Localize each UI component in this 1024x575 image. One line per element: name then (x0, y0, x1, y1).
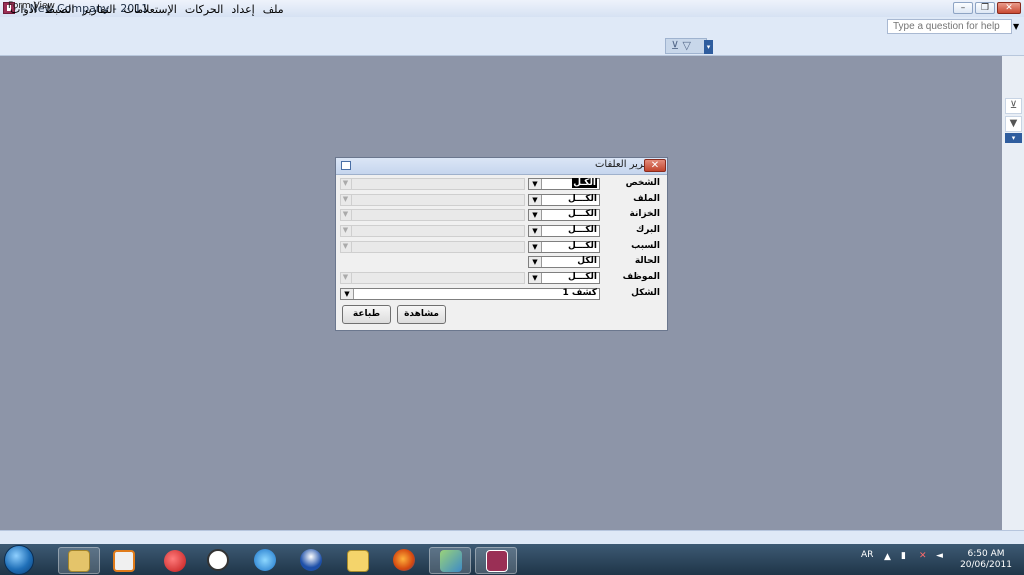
chevron-down-icon[interactable]: ▼ (529, 210, 542, 220)
label-shape: الشكل (631, 288, 660, 298)
menu-reports[interactable]: التقارير (82, 3, 115, 16)
internet-explorer-icon (254, 549, 276, 571)
shape-combo[interactable]: ▼ كشف 1 (340, 288, 600, 300)
filter-icon: ⊻ ▽ (671, 39, 692, 52)
label-safe: الخزانة (629, 209, 660, 219)
chevron-down-icon: ▼ (340, 178, 352, 190)
reason-detail-field (340, 241, 525, 253)
chevron-down-icon[interactable]: ▼ (529, 273, 542, 283)
side-toolbar-options-icon[interactable]: ▾ (1005, 133, 1022, 143)
reason-combo[interactable]: ▼ الكـــل (528, 241, 600, 253)
start-button[interactable] (4, 545, 34, 575)
chevron-down-icon: ▼ (340, 272, 352, 284)
chevron-down-icon[interactable]: ▼ (529, 242, 542, 252)
person-combo[interactable]: ▼ الكـل (528, 178, 600, 190)
media-player-icon (113, 550, 135, 572)
toolbar-row (0, 37, 1024, 56)
folder-icon (68, 550, 90, 572)
minimize-button[interactable]: – (953, 2, 973, 14)
preview-button[interactable]: مشاهدة (397, 305, 446, 324)
combo-value: الكـــل (568, 272, 597, 282)
label-person: الشخص (625, 178, 660, 188)
dialog-title: تقرير العلفات (595, 159, 652, 170)
safe-detail-field (340, 209, 525, 221)
network-status-icon[interactable]: ✕ (919, 551, 927, 561)
menu-bar (0, 17, 1024, 37)
combo-value: الكـــل (568, 194, 597, 204)
chevron-down-icon: ▼ (340, 225, 352, 237)
label-reason: السبب (631, 241, 660, 251)
chevron-down-icon[interactable]: ▼ (529, 226, 542, 236)
combo-value: الكـــل (568, 225, 597, 235)
chevron-down-icon[interactable]: ▼ (529, 257, 542, 267)
chevron-down-icon[interactable]: ▼ (529, 195, 542, 205)
pond-combo[interactable]: ▼ الكـــل (528, 225, 600, 237)
chevron-down-icon: ▼ (340, 241, 352, 253)
person-detail-field (340, 178, 525, 190)
form-icon (341, 161, 351, 170)
employee-combo[interactable]: ▼ الكـــل (528, 272, 600, 284)
safe-combo[interactable]: ▼ الكـــل (528, 209, 600, 221)
print-button[interactable]: طباعة (342, 305, 391, 324)
chevron-down-icon[interactable]: ▼ (341, 289, 354, 299)
dialog-close-button[interactable]: ✕ (644, 159, 666, 172)
combo-value: كشف 1 (562, 288, 597, 298)
combo-value: الكـــل (568, 209, 597, 219)
network-icon (440, 550, 462, 572)
combo-value: الكـل (572, 178, 597, 188)
file-detail-field (340, 194, 525, 206)
person-icon (300, 549, 322, 571)
employee-detail-field (340, 272, 525, 284)
label-file: الملف (633, 194, 660, 204)
close-window-button[interactable]: ✕ (997, 2, 1021, 14)
system-clock[interactable]: 6:50 AM 20/06/2011 (956, 549, 1016, 571)
status-text: Form View (8, 1, 55, 11)
filter-clear-icon[interactable]: ⊻ (1005, 98, 1022, 114)
menu-file[interactable]: ملف (263, 3, 284, 16)
chevron-up-icon[interactable]: ▲ (884, 552, 891, 562)
help-dropdown-icon[interactable]: ▼ (1013, 22, 1019, 31)
mail-icon (347, 550, 369, 572)
chevron-down-icon: ▼ (340, 209, 352, 221)
access-icon (486, 550, 508, 572)
firefox-icon (393, 549, 415, 571)
clock-date: 20/06/2011 (960, 560, 1012, 570)
restore-button[interactable]: ❐ (975, 2, 995, 14)
label-pond: البرك (636, 225, 660, 235)
label-employee: الموظف (622, 272, 660, 282)
status-bar (0, 530, 1024, 545)
help-search-input[interactable] (887, 19, 1012, 34)
volume-icon[interactable]: ◄ (936, 551, 943, 561)
menu-transactions[interactable]: الحركات (185, 3, 224, 16)
menu-setup[interactable]: إعداد (231, 3, 254, 16)
chevron-down-icon[interactable]: ▼ (529, 179, 542, 189)
label-status: الحالة (634, 256, 660, 266)
battery-icon[interactable]: ▮ (901, 551, 906, 561)
status-combo[interactable]: ▼ الكل (528, 256, 600, 268)
combo-value: الكل (577, 256, 597, 266)
language-indicator[interactable]: AR (861, 550, 873, 560)
clock-time: 6:50 AM (967, 549, 1005, 559)
menu-queries[interactable]: الإستعلامات (124, 3, 177, 16)
combo-value: الكـــل (568, 241, 597, 251)
toolbar-options-icon[interactable]: ▾ (704, 40, 713, 54)
chevron-down-icon: ▼ (340, 194, 352, 206)
clock-icon (207, 549, 229, 571)
filter-toolbar[interactable]: ⊻ ▽ (665, 38, 707, 54)
filter-icon[interactable]: ▼ (1005, 116, 1022, 132)
file-combo[interactable]: ▼ الكـــل (528, 194, 600, 206)
pond-detail-field (340, 225, 525, 237)
pushpin-icon (164, 550, 186, 572)
